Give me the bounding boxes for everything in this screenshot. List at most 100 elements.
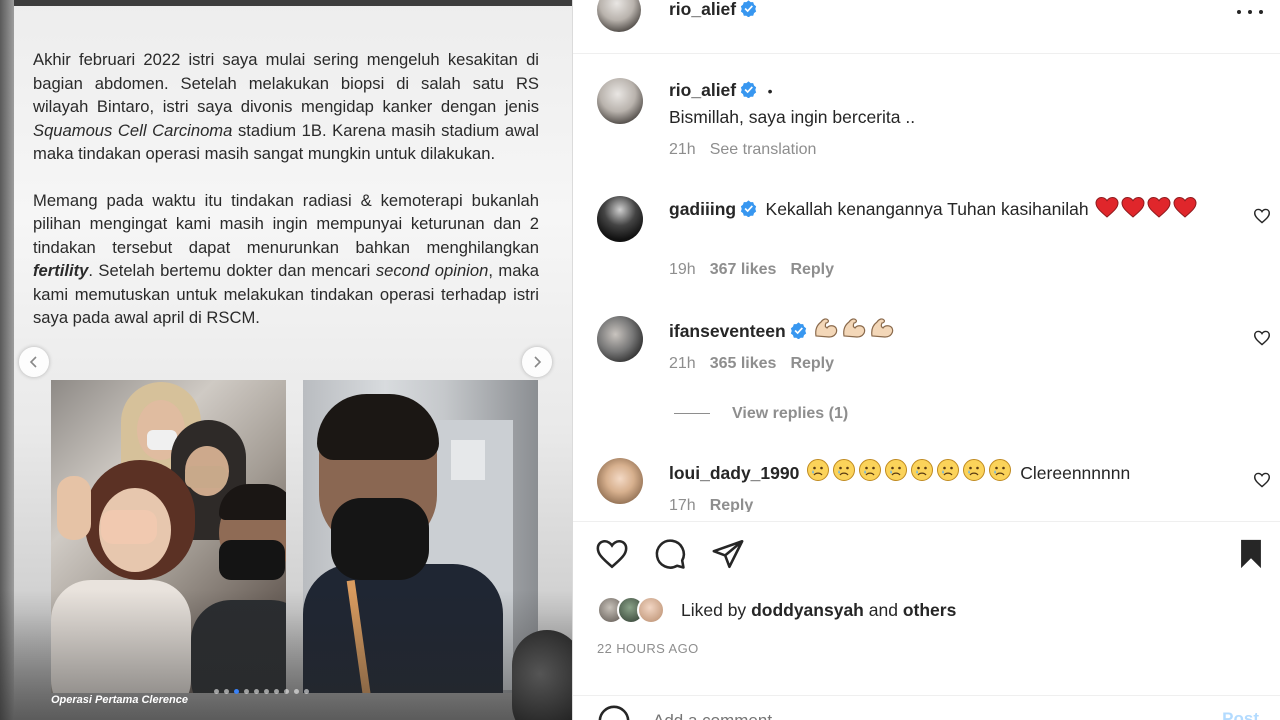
carousel-dot: [234, 689, 239, 694]
post-header: rio_alief: [573, 0, 1280, 40]
more-options-button[interactable]: [1237, 2, 1263, 22]
liked-by-and: and: [868, 599, 898, 620]
post-media[interactable]: Akhir februari 2022 istri saya mulai ser…: [0, 0, 572, 720]
comment-likes[interactable]: 367 likes: [710, 261, 777, 278]
flexed-biceps-emoji-icon: [813, 316, 839, 349]
crying-face-emoji-icon: [988, 458, 1012, 491]
photo-caption: Operasi Pertama Clerence: [51, 694, 188, 706]
carousel-dot: [304, 689, 309, 694]
avatar[interactable]: [597, 0, 641, 32]
share-paper-plane-icon[interactable]: [711, 537, 745, 571]
comment-bubble-icon[interactable]: [653, 537, 687, 571]
comment-item: ifanseventeen 21h 365 likes Reply View rep…: [573, 314, 1280, 424]
flexed-biceps-emoji-icon: [869, 316, 895, 349]
avatar[interactable]: [597, 196, 643, 242]
like-comment-heart-icon[interactable]: [1253, 208, 1271, 224]
comment-item: loui_dady_1990 Clereennnnnn 17h Reply: [573, 456, 1280, 512]
avatar[interactable]: [637, 596, 665, 624]
crying-face-emoji-icon: [936, 458, 960, 491]
avatar[interactable]: [597, 458, 643, 504]
reply-button[interactable]: Reply: [790, 261, 834, 278]
liked-by-others-link[interactable]: others: [903, 600, 956, 620]
comment-text: Kekallah kenangannya Tuhan kasihanilah: [765, 199, 1089, 219]
liked-by-user-link[interactable]: doddyansyah: [751, 600, 864, 620]
see-translation-link[interactable]: See translation: [710, 141, 817, 158]
carousel-dot: [274, 689, 279, 694]
carousel-dot: [264, 689, 269, 694]
comment-time[interactable]: 21h: [669, 355, 696, 372]
reply-button[interactable]: Reply: [790, 355, 834, 372]
comment-meta: 17h Reply: [669, 497, 767, 512]
save-bookmark-icon[interactable]: [1234, 537, 1268, 571]
comment-meta: 19h 367 likes Reply: [669, 261, 848, 279]
post-sidebar: rio_alief rio_alief • Bismillah, saya in…: [572, 0, 1280, 720]
story-paragraph-1: Akhir februari 2022 istri saya mulai ser…: [33, 50, 539, 163]
avatar[interactable]: [597, 316, 643, 362]
view-replies-button[interactable]: View replies (1): [732, 405, 848, 423]
carousel-next-button[interactable]: [522, 347, 552, 377]
caption-text: Bismillah, saya ingin bercerita ..: [669, 107, 916, 127]
comment-emoji-group: [1093, 196, 1197, 219]
crying-face-emoji-icon: [858, 458, 882, 491]
comment-text: Clereennnnnn: [1020, 463, 1131, 483]
red-heart-emoji-icon: [1121, 196, 1145, 227]
like-comment-heart-icon[interactable]: [1253, 472, 1271, 488]
comment-username[interactable]: gadiiing: [669, 199, 736, 219]
verified-badge-icon: [740, 0, 757, 17]
post-comment-button[interactable]: Post: [1222, 709, 1259, 720]
comment-time[interactable]: 17h: [669, 497, 696, 512]
reply-button[interactable]: Reply: [710, 497, 754, 512]
carousel-dot: [254, 689, 259, 694]
comment-emoji-group: [811, 318, 895, 341]
comment-likes[interactable]: 365 likes: [710, 355, 777, 372]
liker-avatars: [597, 596, 669, 624]
caption-username[interactable]: rio_alief: [669, 80, 736, 100]
carousel-dot: [244, 689, 249, 694]
liked-by-row: Liked by doddyansyah and others: [597, 596, 956, 624]
post-timestamp[interactable]: 22 HOURS AGO: [597, 641, 699, 656]
comment-item: gadiiing Kekallah kenangannya Tuhan kasi…: [573, 194, 1280, 294]
post-story-text: Akhir februari 2022 istri saya mulai ser…: [33, 48, 539, 330]
verified-badge-icon: [740, 81, 757, 98]
like-comment-heart-icon[interactable]: [1253, 330, 1271, 346]
caption-comment: rio_alief • Bismillah, saya ingin bercer…: [573, 74, 1280, 174]
story-paragraph-2: Memang pada waktu itu tindakan radiasi &…: [33, 190, 539, 328]
comment-username[interactable]: loui_dady_1990: [669, 463, 799, 483]
red-heart-emoji-icon: [1147, 196, 1171, 227]
follow-dot: •: [767, 83, 773, 99]
red-heart-emoji-icon: [1095, 196, 1119, 227]
comment-time[interactable]: 19h: [669, 261, 696, 278]
crying-face-emoji-icon: [832, 458, 856, 491]
liked-by-prefix: Liked by: [681, 599, 747, 620]
comment-meta: 21h 365 likes Reply: [669, 355, 848, 373]
caption-meta: 21h See translation: [669, 141, 830, 159]
crying-face-emoji-icon: [962, 458, 986, 491]
add-comment-input[interactable]: [653, 706, 1213, 720]
verified-badge-icon: [790, 322, 806, 339]
crying-face-emoji-icon: [910, 458, 934, 491]
carousel-dot: [224, 689, 229, 694]
media-top-edge: [0, 0, 572, 6]
liked-by-text: Liked by doddyansyah and others: [681, 600, 956, 621]
comment-username[interactable]: ifanseventeen: [669, 321, 786, 341]
carousel-prev-button[interactable]: [19, 347, 49, 377]
emoji-smiley-icon[interactable]: [597, 704, 631, 720]
flexed-biceps-emoji-icon: [841, 316, 867, 349]
carousel-dot: [284, 689, 289, 694]
crying-face-emoji-icon: [806, 458, 830, 491]
chevron-left-icon: [29, 356, 37, 368]
add-comment-bar: Post: [573, 696, 1280, 720]
carousel-dot: [294, 689, 299, 694]
red-heart-emoji-icon: [1173, 196, 1197, 227]
avatar[interactable]: [597, 78, 643, 124]
like-heart-icon[interactable]: [595, 537, 629, 571]
actions-divider: [573, 521, 1280, 522]
chevron-right-icon: [534, 356, 542, 368]
header-divider: [573, 53, 1280, 54]
comment-time[interactable]: 21h: [669, 141, 696, 158]
comment-emoji-group: [804, 459, 1012, 483]
carousel-indicator: [214, 689, 309, 694]
verified-badge-icon: [740, 200, 757, 217]
media-corner-hair: [512, 630, 572, 720]
header-username[interactable]: rio_alief: [669, 0, 736, 19]
